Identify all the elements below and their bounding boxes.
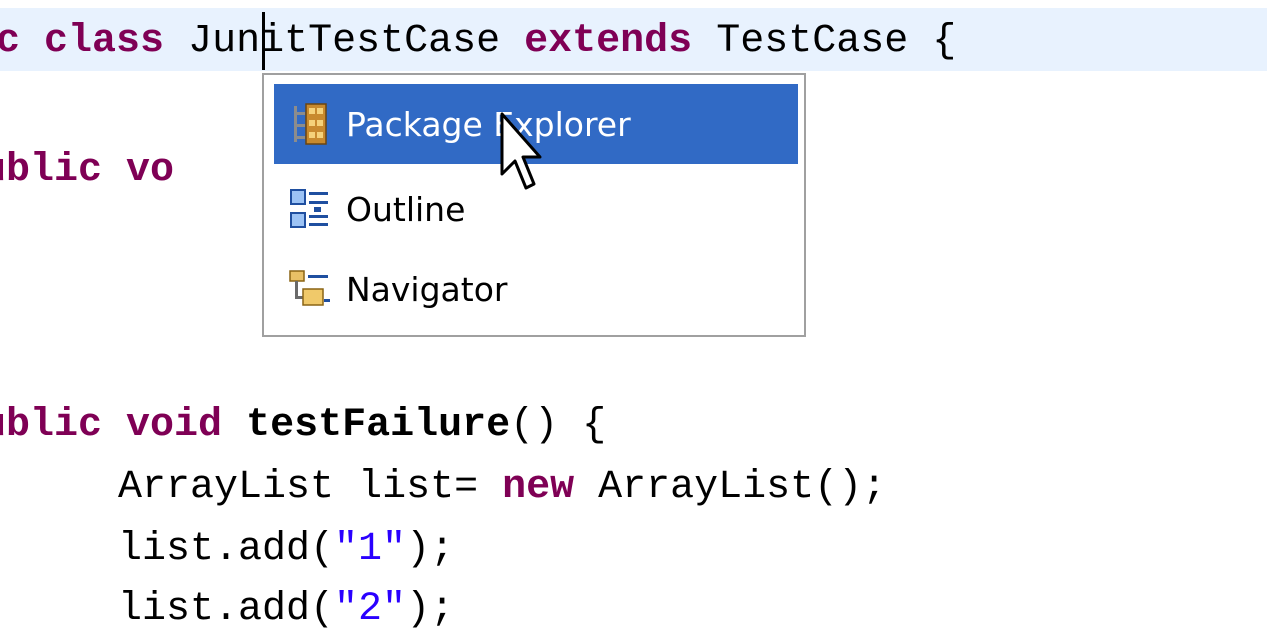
code-line-arraylist-decl[interactable]: ArrayList list= new ArrayList(); [118, 458, 886, 518]
method-call: list.add( [118, 587, 335, 632]
constructor-call: ArrayList(); [598, 465, 887, 510]
call-end: ); [406, 527, 455, 572]
string-literal: "2" [334, 587, 407, 632]
keyword-class: class [44, 19, 165, 64]
method-name: testFailure [246, 403, 511, 448]
keyword-public-fragment: ublic [0, 403, 103, 448]
keyword-new: new [502, 465, 575, 510]
type-name: ArrayList [118, 465, 335, 510]
keyword-void-fragment: vo [126, 148, 175, 193]
text-caret [262, 12, 265, 70]
code-line-add-2[interactable]: list.add("2"); [118, 580, 454, 640]
menu-item-label: Package Explorer [346, 104, 631, 144]
code-line-class-decl[interactable]: c class JunitTestCase extends TestCase { [0, 12, 956, 72]
menu-item-navigator[interactable]: Navigator [274, 249, 798, 329]
keyword-extends: extends [524, 19, 693, 64]
variable-decl: list= [358, 465, 479, 510]
package-explorer-icon [288, 102, 332, 146]
mouse-cursor-icon [500, 112, 544, 198]
keyword-void: void [126, 403, 223, 448]
outline-icon [288, 187, 332, 231]
open-brace: { [932, 19, 957, 64]
menu-item-label: Outline [346, 189, 466, 229]
menu-item-label: Navigator [346, 269, 508, 309]
method-call: list.add( [118, 527, 335, 572]
code-line-test-failure[interactable]: ublic void testFailure() { [0, 396, 606, 456]
code-line-method-1[interactable]: ublic vo [0, 141, 174, 201]
keyword-public-fragment: ublic [0, 148, 103, 193]
call-end: ); [406, 587, 455, 632]
method-signature-rest: () { [510, 403, 607, 448]
string-literal: "1" [334, 527, 407, 572]
keyword-public-fragment: c [0, 19, 21, 64]
superclass-name: TestCase [716, 19, 909, 64]
code-line-add-1[interactable]: list.add("1"); [118, 520, 454, 580]
navigator-icon [288, 267, 332, 311]
class-name: JunitTestCase [188, 19, 501, 64]
